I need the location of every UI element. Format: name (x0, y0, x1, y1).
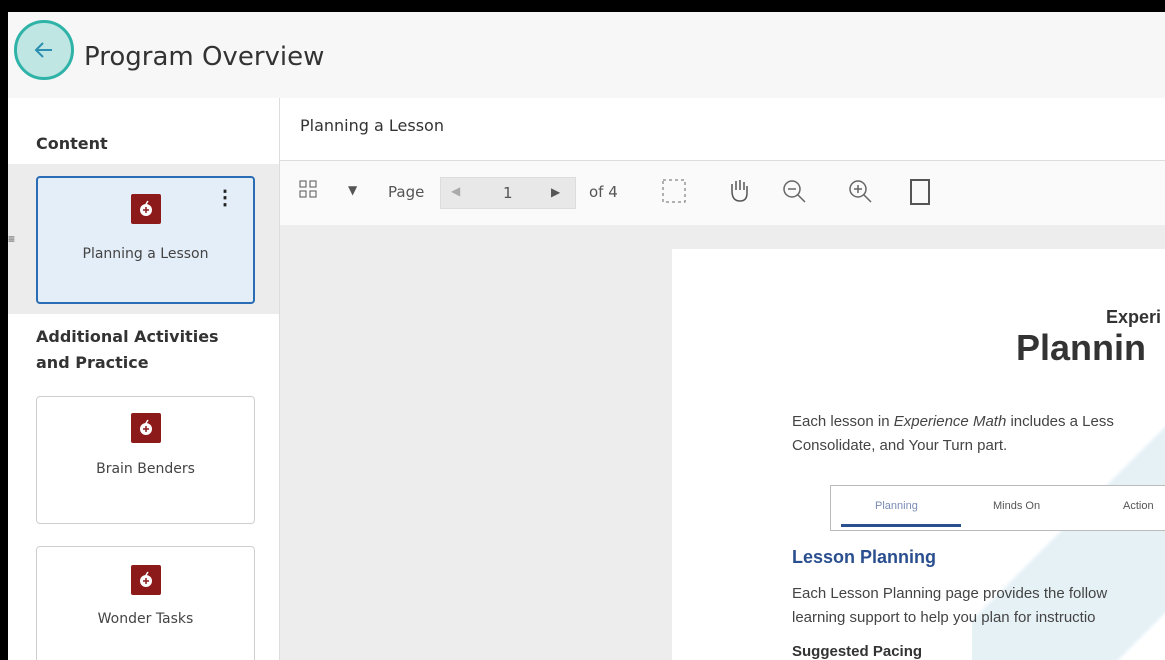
arrow-left-icon (34, 42, 52, 58)
page-total: of 4 (589, 183, 618, 201)
doc-section-text2: learning support to help you plan for in… (792, 609, 1096, 626)
doc-tab-underline (841, 524, 961, 527)
document-page: Experi Plannin Each lesson in Experience… (672, 249, 1165, 660)
card-label: Wonder Tasks (97, 611, 194, 627)
page-label: Page (388, 183, 425, 201)
additional-section-title: Additional Activities and Practice (36, 327, 219, 372)
content-card-wonder-tasks[interactable]: Wonder Tasks (36, 546, 255, 660)
doc-section-text1: Each Lesson Planning page provides the f… (792, 585, 1108, 602)
drag-handle-icon[interactable]: ≡ (8, 232, 15, 246)
apple-icon (130, 413, 161, 443)
doc-tab-minds-on: Minds On (993, 500, 1041, 512)
hand-tool-icon[interactable] (724, 175, 754, 209)
doc-tab-planning: Planning (875, 500, 918, 512)
document-title: Planning a Lesson (300, 116, 444, 135)
doc-tab-strip: Planning Minds On Action (830, 485, 1165, 531)
page-navigator: ◀ 1 ▶ (440, 177, 576, 209)
page-title: Program Overview (84, 42, 325, 72)
content-card-planning-a-lesson[interactable]: ⋮ Planning a Lesson (36, 176, 255, 304)
document-viewer[interactable]: Experi Plannin Each lesson in Experience… (280, 225, 1165, 660)
card-label: Planning a Lesson (82, 246, 209, 262)
apple-icon (130, 565, 161, 595)
doc-intro-line1: Each lesson in Experience Math includes … (792, 413, 1114, 430)
doc-intro-line2: Consolidate, and Your Turn part. (792, 437, 1008, 454)
main-panel: Planning a Lesson ▼ Page ◀ 1 ▶ of 4 Expe… (280, 98, 1165, 660)
doc-section-heading: Lesson Planning (792, 547, 937, 567)
card-label: Brain Benders (96, 461, 195, 477)
doc-heading-large: Plannin (1016, 327, 1147, 368)
more-options-icon[interactable]: ⋮ (215, 188, 235, 208)
fit-page-icon[interactable] (906, 177, 934, 211)
sidebar: Content ≡ ⋮ Planning a Lesson Additional… (8, 98, 280, 660)
marquee-select-icon[interactable] (660, 177, 688, 209)
pdf-toolbar: ▼ Page ◀ 1 ▶ of 4 (280, 160, 1165, 226)
prev-page-icon[interactable]: ◀ (451, 184, 460, 198)
chevron-down-icon[interactable]: ▼ (348, 183, 357, 197)
zoom-out-icon[interactable] (780, 177, 808, 209)
doc-heading-small: Experi (1106, 307, 1162, 327)
app-window: Program Overview Content ≡ ⋮ Planning a … (8, 12, 1165, 660)
content-card-brain-benders[interactable]: Brain Benders (36, 396, 255, 524)
next-page-icon[interactable]: ▶ (551, 185, 560, 199)
thumbnails-icon[interactable] (298, 179, 318, 203)
back-button[interactable] (14, 20, 74, 80)
content-section-title: Content (36, 134, 108, 153)
doc-subheading: Suggested Pacing (792, 643, 923, 660)
zoom-in-icon[interactable] (846, 177, 874, 209)
header: Program Overview (8, 12, 1165, 99)
page-input[interactable]: 1 (503, 184, 513, 202)
apple-icon (130, 194, 161, 224)
doc-tab-action: Action (1123, 500, 1154, 512)
